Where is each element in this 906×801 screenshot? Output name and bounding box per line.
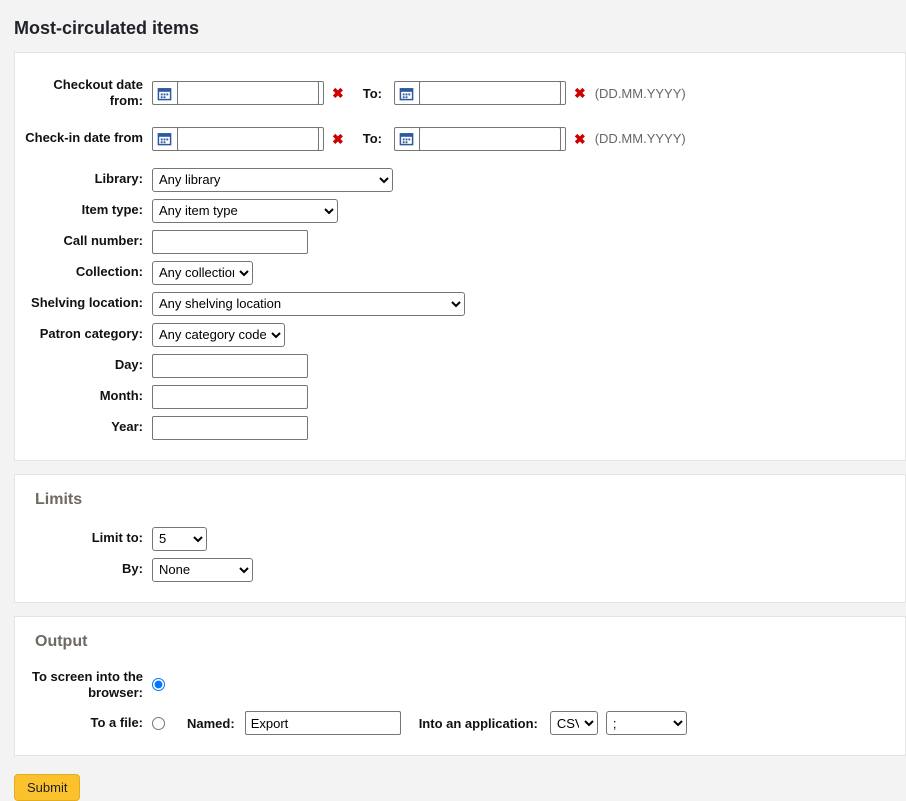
collection-select[interactable]: Any collection [152,261,253,285]
filters-panel: Checkout date from: ✖ To: [14,52,906,461]
patron-category-label: Patron category: [25,326,143,342]
limit-to-row: Limit to: 5 [25,527,895,551]
output-file-label: To a file: [25,715,143,731]
patron-category-row: Patron category: Any category code [25,323,895,347]
day-input[interactable] [152,354,308,378]
output-file-radio[interactable] [152,717,165,730]
to-label: To: [363,131,382,146]
checkin-from-date-input[interactable] [177,127,319,151]
page-title: Most-circulated items [14,18,906,39]
item-type-select[interactable]: Any item type [152,199,338,223]
limits-heading: Limits [35,491,895,509]
library-row: Library: Any library [25,168,895,192]
clear-checkin-from-icon[interactable]: ✖ [332,132,344,146]
call-number-input[interactable] [152,230,308,254]
item-type-label: Item type: [25,202,143,218]
month-label: Month: [25,388,143,404]
patron-category-select[interactable]: Any category code [152,323,285,347]
checkin-to-datebox [394,127,566,151]
file-named-label: Named: [187,716,235,731]
shelving-location-row: Shelving location: Any shelving location [25,292,895,316]
call-number-label: Call number: [25,233,143,249]
year-row: Year: [25,416,895,440]
output-panel: Output To screen into the browser: To a … [14,616,906,757]
shelving-location-select[interactable]: Any shelving location [152,292,465,316]
file-name-input[interactable] [245,711,401,735]
date-format-hint: (DD.MM.YYYY) [595,131,686,146]
calendar-icon[interactable] [399,86,414,101]
checkin-date-label: Check-in date from [25,130,143,146]
clear-checkin-to-icon[interactable]: ✖ [574,132,586,146]
clear-checkout-to-icon[interactable]: ✖ [574,86,586,100]
into-application-label: Into an application: [419,716,538,731]
day-label: Day: [25,357,143,373]
shelving-location-label: Shelving location: [25,295,143,311]
checkin-date-row: Check-in date from ✖ To: [25,127,895,151]
limits-panel: Limits Limit to: 5 By: None [14,474,906,603]
limit-to-select[interactable]: 5 [152,527,207,551]
limit-to-label: Limit to: [25,530,143,546]
call-number-row: Call number: [25,230,895,254]
output-screen-row: To screen into the browser: [25,669,895,702]
by-select[interactable]: None [152,558,253,582]
output-file-row: To a file: Named: Into an application: C… [25,711,895,735]
limit-by-label: By: [25,561,143,577]
collection-row: Collection: Any collection [25,261,895,285]
limit-by-row: By: None [25,558,895,582]
checkin-from-datebox [152,127,324,151]
checkout-to-date-input[interactable] [419,81,561,105]
output-heading: Output [35,633,895,651]
output-screen-radio[interactable] [152,678,165,691]
month-input[interactable] [152,385,308,409]
item-type-row: Item type: Any item type [25,199,895,223]
collection-label: Collection: [25,264,143,280]
calendar-icon[interactable] [157,131,172,146]
delimiter-select[interactable]: ; [606,711,687,735]
library-select[interactable]: Any library [152,168,393,192]
output-screen-label: To screen into the browser: [25,669,143,702]
report-page: Most-circulated items Checkout date from… [0,0,906,801]
clear-checkout-from-icon[interactable]: ✖ [332,86,344,100]
submit-button[interactable]: Submit [14,774,80,801]
to-label: To: [363,86,382,101]
day-row: Day: [25,354,895,378]
year-input[interactable] [152,416,308,440]
checkout-to-datebox [394,81,566,105]
year-label: Year: [25,419,143,435]
calendar-icon[interactable] [157,86,172,101]
library-label: Library: [25,171,143,187]
checkout-date-label: Checkout date from: [25,77,143,110]
checkout-from-datebox [152,81,324,105]
checkin-to-date-input[interactable] [419,127,561,151]
month-row: Month: [25,385,895,409]
date-format-hint: (DD.MM.YYYY) [595,86,686,101]
checkout-date-row: Checkout date from: ✖ To: [25,77,895,110]
calendar-icon[interactable] [399,131,414,146]
file-format-select[interactable]: CSV [550,711,598,735]
checkout-from-date-input[interactable] [177,81,319,105]
